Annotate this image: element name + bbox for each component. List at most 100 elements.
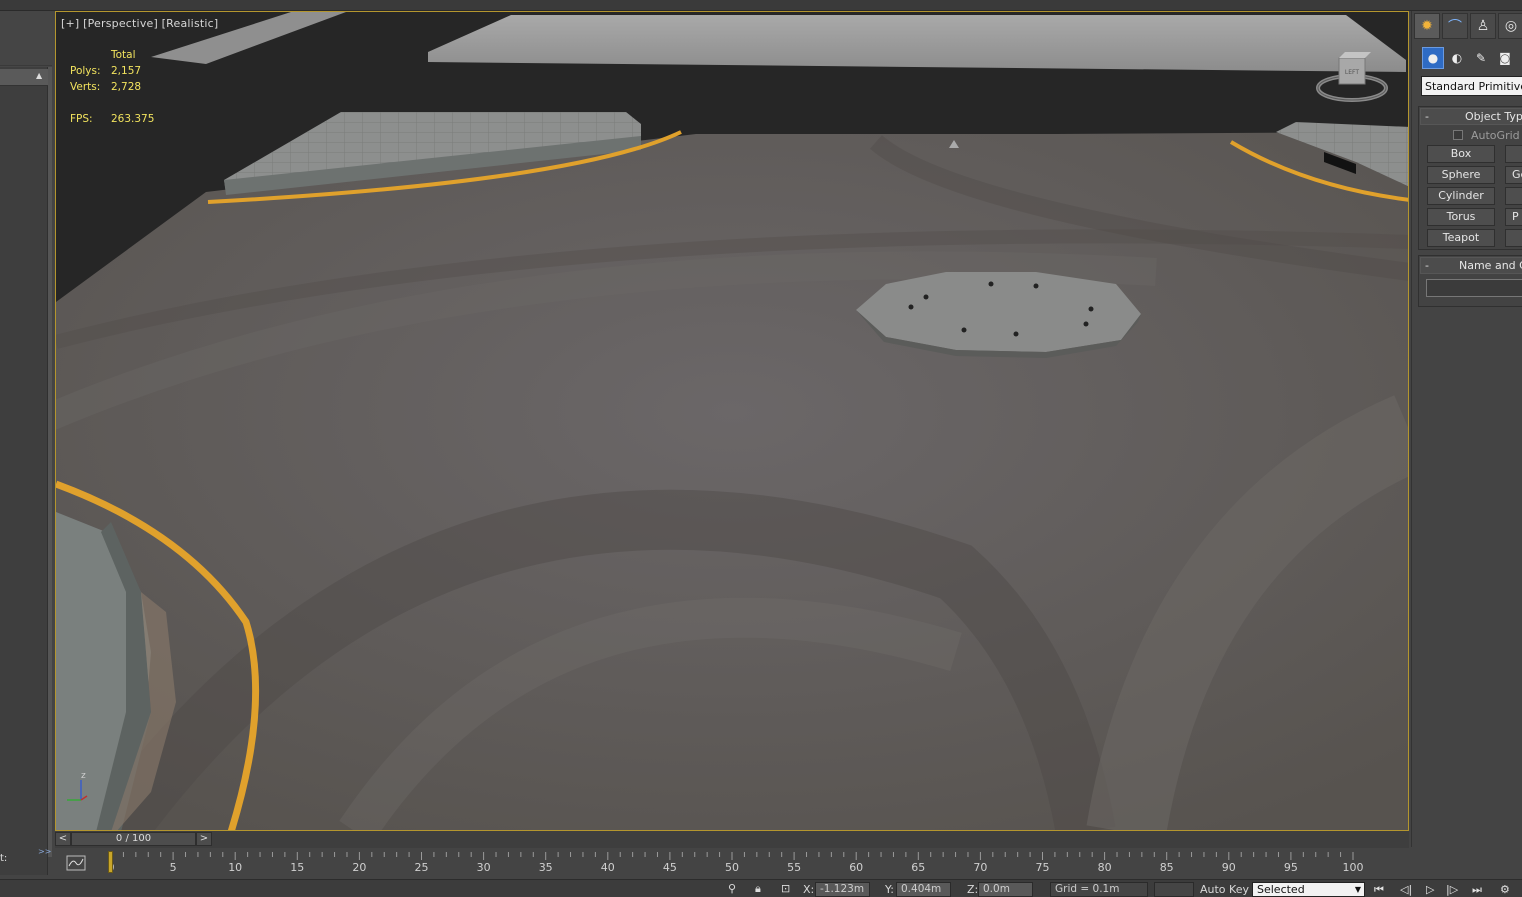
hierarchy-tab[interactable]: ♙ [1470,13,1496,39]
frame-tick-label: 15 [290,861,305,874]
light-icon: ✎ [1475,51,1487,65]
3ds-max-window: ▲ t: >> [+] [Perspective] [Realistic] To… [0,0,1522,897]
cameras-button[interactable]: ◙ [1494,47,1516,69]
status-bar: ⚲ 🔒︎ ⊡ X: -1.123m Y: 0.404m Z: 0.0m Grid… [0,879,1522,897]
teapot-button[interactable]: Teapot [1427,229,1495,247]
lights-button[interactable]: ✎ [1470,47,1492,69]
frame-tick-label: 45 [662,861,677,874]
sphere-icon: ● [1427,51,1439,65]
polys-label: Polys: [70,65,101,77]
torus-button[interactable]: Torus [1427,208,1495,226]
checkbox-icon [1453,130,1463,140]
auto-key-button[interactable]: Auto Key [1200,883,1249,896]
go-end-icon[interactable]: ⏭ [1472,883,1482,897]
frame-tick-label: 10 [228,861,243,874]
motion-tab[interactable]: ◎ [1498,13,1522,39]
frame-tick-label: 65 [911,861,926,874]
cone-button[interactable] [1505,145,1522,163]
sort-arrow-icon[interactable]: ▲ [36,71,42,80]
z-label: Z: [967,883,979,896]
box-button[interactable]: Box [1427,145,1495,163]
isolate-icon[interactable]: ⚲ [728,882,736,895]
frame-tick-label: 50 [725,861,739,874]
set-key-button[interactable] [1154,882,1194,897]
frame-tick-label: 40 [600,861,615,874]
prev-frame-icon[interactable]: ◁| [1400,883,1412,896]
z-coordinate-field[interactable]: 0.0m [978,882,1033,897]
modify-tab[interactable]: ⌒ [1442,13,1468,39]
viewport-scene [56,12,1408,830]
time-slider-prev-button[interactable]: < [55,832,71,846]
name-and-color-rollout-header[interactable]: - Name and Color [1420,257,1522,274]
next-frame-icon[interactable]: |▷ [1446,883,1458,896]
key-filter-dropdown[interactable]: Selected ▼ [1252,882,1365,897]
go-start-icon[interactable]: ⏮ [1374,883,1384,897]
sphere-button[interactable]: Sphere [1427,166,1495,184]
viewport-label-menu[interactable]: [+] [Perspective] [Realistic] [61,17,218,30]
frame-tick-label: 90 [1221,861,1236,874]
stats-header: Total [111,49,136,61]
object-type-rollout-header[interactable]: - Object Type [1420,108,1522,125]
scene-explorer-toolbar [0,11,52,66]
name-and-color-title: Name and Color [1459,259,1522,272]
fps-label: FPS: [70,113,93,125]
command-panel-tabs: ✹ ⌒ ♙ ◎ [1412,13,1522,39]
scene-explorer-panel: ▲ [0,11,52,875]
y-label: Y: [885,883,894,896]
object-name-input[interactable] [1426,279,1522,297]
current-frame-marker[interactable] [108,851,113,873]
frame-tick-label: 20 [352,861,367,874]
object-type-rollout: - Object Type AutoGrid Box Sphere Cylind… [1418,106,1522,250]
scene-explorer-scrollbar[interactable] [48,67,52,857]
scene-explorer-list[interactable] [0,67,48,875]
motion-icon: ◎ [1504,18,1518,34]
frame-tick-label: 25 [414,861,429,874]
geometry-button[interactable]: ● [1422,47,1444,69]
collapse-icon: - [1425,259,1429,272]
time-slider-thumb[interactable]: 0 / 100 [71,832,196,846]
create-tab[interactable]: ✹ [1414,13,1440,39]
svg-text:z: z [81,771,86,781]
frame-tick-label: 100 [1342,861,1364,874]
primitive-category-dropdown[interactable]: Standard Primitives [1421,76,1522,96]
autogrid-checkbox[interactable]: AutoGrid [1453,129,1520,142]
viewcube-face-label: LEFT [1345,69,1359,76]
cylinder-button[interactable]: Cylinder [1427,187,1495,205]
shapes-button[interactable]: ◐ [1446,47,1468,69]
sun-icon: ✹ [1421,18,1433,34]
play-icon[interactable]: ▷ [1426,883,1434,896]
expand-arrows-icon[interactable]: >> [38,847,51,856]
fps-value: 263.375 [111,113,155,125]
create-category-buttons: ● ◐ ✎ ◙ [1420,47,1522,69]
frame-tick-label: 80 [1097,861,1112,874]
y-coordinate-field[interactable]: 0.404m [896,882,951,897]
absolute-mode-icon[interactable]: ⊡ [781,882,790,895]
camera-icon: ◙ [1499,51,1511,65]
lock-icon[interactable]: 🔒︎ [755,882,761,896]
verts-label: Verts: [70,81,101,93]
autogrid-label: AutoGrid [1471,129,1520,142]
verts-value: 2,728 [111,81,142,93]
x-coordinate-field[interactable]: -1.123m [815,882,870,897]
polys-value: 2,157 [111,65,142,77]
key-filter-value: Selected [1257,883,1305,896]
frame-tick-label: 75 [1035,861,1050,874]
x-label: X: [803,883,815,896]
key-mode-icon[interactable]: ⚙ [1500,883,1510,896]
plane-button[interactable] [1505,229,1522,247]
frame-tick-label: 95 [1283,861,1298,874]
name-and-color-rollout: - Name and Color [1418,255,1522,307]
frame-tick-label: 5 [169,861,177,874]
perspective-viewport[interactable]: [+] [Perspective] [Realistic] Total Poly… [55,11,1409,831]
time-slider-next-button[interactable]: > [196,832,212,846]
geosphere-button[interactable]: Ge [1505,166,1522,184]
pyramid-button[interactable]: P [1505,208,1522,226]
viewcube[interactable]: LEFT [1315,48,1393,104]
tube-button[interactable] [1505,187,1522,205]
frame-tick-label: 70 [973,861,988,874]
frame-tick-label: 60 [849,861,864,874]
track-bar[interactable]: 0510152025303540455055606570758085909510… [55,848,1409,878]
time-slider[interactable]: < 0 / 100 > [55,831,1409,848]
grid-size-display: Grid = 0.1m [1050,882,1148,897]
dropdown-arrow-icon: ▼ [1354,885,1361,894]
